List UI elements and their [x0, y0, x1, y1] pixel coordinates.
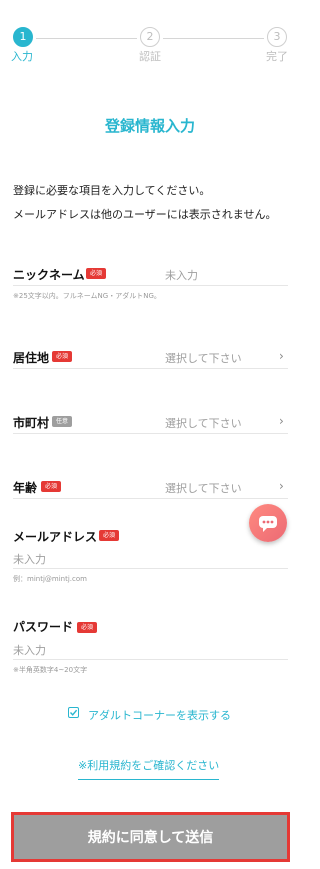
- step-2-circle: 2: [140, 27, 160, 47]
- step-1-label: 入力: [11, 50, 33, 63]
- nickname-divider: [13, 285, 288, 286]
- required-badge: 必須: [99, 530, 120, 541]
- step-3-label: 完了: [266, 50, 288, 63]
- adult-corner-label: アダルトコーナーを表示する: [88, 709, 231, 722]
- email-input[interactable]: 未入力: [13, 551, 46, 567]
- optional-badge: 任意: [52, 416, 73, 427]
- password-input[interactable]: 未入力: [13, 642, 46, 658]
- email-label: メールアドレス: [13, 530, 98, 544]
- required-badge: 必須: [41, 481, 62, 492]
- chat-button[interactable]: [249, 504, 287, 542]
- residence-value: 選択して下さい: [165, 352, 242, 365]
- age-divider: [13, 498, 288, 499]
- city-divider: [13, 433, 288, 434]
- check-icon: [69, 709, 78, 716]
- intro-line-1: 登録に必要な項目を入力してください。: [13, 184, 211, 197]
- age-value: 選択して下さい: [165, 482, 242, 495]
- residence-divider: [13, 368, 288, 369]
- chat-bubble-icon: [259, 516, 277, 532]
- chevron-right-icon: ›: [279, 479, 284, 493]
- required-badge: 必須: [52, 351, 73, 362]
- checkbox-icon[interactable]: [68, 707, 79, 718]
- chevron-right-icon: ›: [279, 349, 284, 363]
- nickname-label: ニックネーム: [13, 268, 85, 282]
- nickname-note: ※25文字以内。フルネームNG・アダルトNG。: [13, 292, 161, 300]
- intro-line-2: メールアドレスは他のユーザーには表示されません。: [13, 208, 277, 221]
- city-value: 選択して下さい: [165, 417, 242, 430]
- required-badge: 必須: [77, 622, 98, 633]
- city-label: 市町村: [13, 416, 50, 430]
- password-divider: [13, 659, 288, 660]
- agree-submit-button[interactable]: 規約に同意して送信: [11, 812, 290, 862]
- step-1-circle: 1: [13, 27, 33, 47]
- step-3-circle: 3: [267, 27, 287, 47]
- terms-link[interactable]: ※利用規約をご確認ください: [78, 757, 220, 780]
- email-divider: [13, 568, 288, 569]
- step-2-label: 認証: [139, 50, 161, 63]
- nickname-input[interactable]: 未入力: [165, 267, 198, 283]
- chevron-right-icon: ›: [279, 414, 284, 428]
- email-note: 例：mintj@mintj.com: [13, 575, 87, 583]
- required-badge: 必須: [86, 268, 107, 279]
- age-label: 年齢: [13, 481, 38, 495]
- password-label: パスワード: [13, 620, 74, 634]
- step-connector-1: [36, 38, 137, 39]
- password-note: ※半角英数字4~20文字: [13, 666, 88, 674]
- residence-label: 居住地: [13, 351, 50, 365]
- page-title: 登録情報入力: [104, 117, 195, 135]
- step-connector-2: [163, 38, 264, 39]
